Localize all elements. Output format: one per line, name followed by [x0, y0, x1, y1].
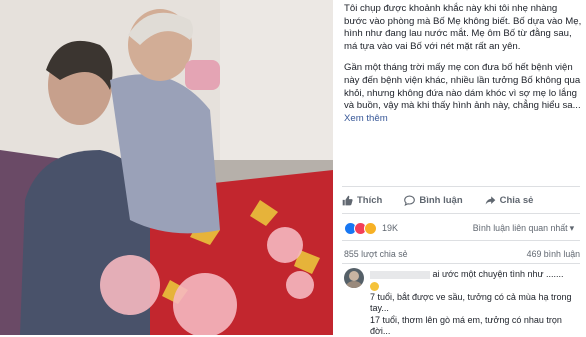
see-more-link[interactable]: Xem thêm	[344, 113, 388, 124]
like-button[interactable]: Thích	[342, 195, 382, 206]
share-label: Chia sẻ	[499, 194, 534, 206]
reactions-bar: 19K Bình luận liên quan nhất ▾	[344, 221, 580, 235]
share-button[interactable]: Chia sẻ	[485, 194, 534, 206]
comment-line-2: 7 tuổi, bắt được ve sầu, tưởng có cả mùa…	[370, 291, 572, 302]
comment-count[interactable]: 469 bình luận	[527, 249, 580, 259]
post-actions-bar: Thích Bình luận Chia sẻ	[342, 190, 580, 210]
comment-sort-label: Bình luận liên quan nhất	[472, 223, 568, 233]
share-arrow-icon	[485, 195, 495, 205]
comment-line-3: tay...	[370, 303, 389, 314]
comment-sort-dropdown[interactable]: Bình luận liên quan nhất ▾	[473, 223, 574, 234]
comments-divider	[342, 263, 580, 264]
comment-body: ai ước một chuyện tình như ....... 7 tuổ…	[370, 269, 578, 337]
reaction-count[interactable]: 19K	[382, 223, 398, 233]
post-stats: 855 lượt chia sẻ 469 bình luận	[344, 249, 580, 259]
caption-paragraph-2: Gần một tháng trời mấy mẹ con đưa bố hết…	[344, 62, 582, 125]
comment-line-4: 17 tuổi, thơm lên gò má em, tưởng có nha…	[370, 314, 562, 325]
actions-bottom-divider	[342, 213, 580, 214]
commenter-name-blurred[interactable]	[370, 270, 430, 279]
photo-illustration	[0, 0, 333, 335]
post-caption: Tôi chụp được khoảnh khắc này khi tôi nh…	[344, 3, 582, 134]
post-side-panel: Tôi chụp được khoảnh khắc này khi tôi nh…	[336, 0, 586, 337]
comment-line-1: ai ước một chuyện tình như .......	[432, 269, 564, 279]
comment-bubble-icon	[404, 194, 416, 206]
reaction-icons[interactable]	[344, 221, 377, 235]
chevron-down-icon: ▾	[569, 222, 574, 233]
caption-paragraph-1: Tôi chụp được khoảnh khắc này khi tôi nh…	[344, 3, 582, 52]
caption-paragraph-2-text: Gần một tháng trời mấy mẹ con đưa bố hết…	[344, 62, 581, 112]
comment-button[interactable]: Bình luận	[404, 194, 463, 206]
sad-reaction-icon	[364, 221, 377, 235]
thumbs-up-icon	[342, 195, 353, 205]
smile-emoji-icon	[370, 281, 379, 291]
post-photo[interactable]	[0, 0, 333, 335]
like-label: Thích	[357, 194, 383, 206]
actions-top-divider	[342, 186, 580, 187]
stats-divider	[342, 240, 580, 241]
avatar[interactable]	[344, 268, 364, 288]
share-count[interactable]: 855 lượt chia sẻ	[344, 249, 408, 259]
comment-label: Bình luận	[419, 194, 463, 206]
comment-line-5: đời...	[370, 326, 391, 337]
